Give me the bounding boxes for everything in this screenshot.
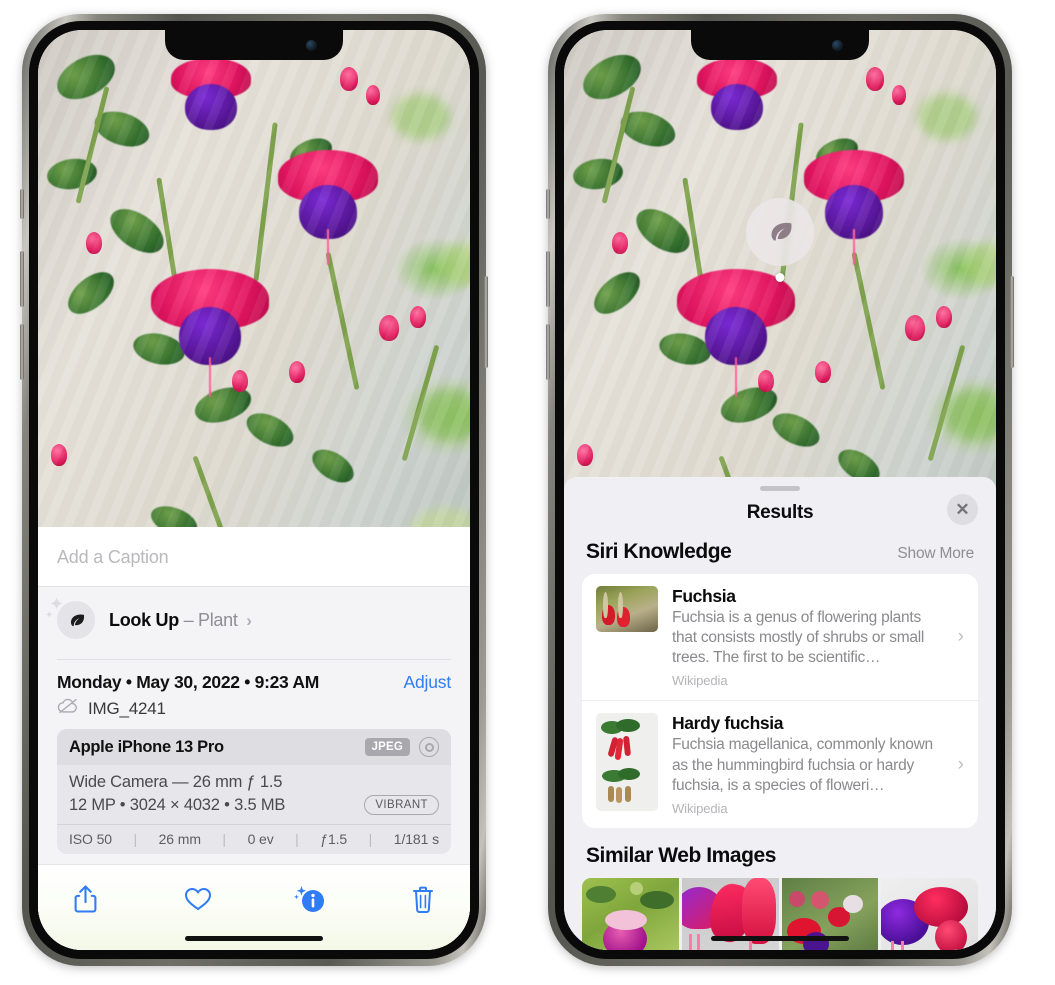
look-up-dash: – [183,609,194,630]
front-camera-icon [832,40,843,51]
camera-card-badges: JPEG [364,737,439,757]
screen-right: Results ✕ Siri Knowledge Show More Fuchs… [564,30,996,950]
screenshot-stage: Add a Caption ✦ ✦ Look Up – Plant › Mond… [0,0,1055,985]
siri-knowledge-header: Siri Knowledge Show More [564,540,996,564]
results-title: Results [746,502,814,523]
exif-ev: 0 ev [247,831,274,847]
exif-focal: 26 mm [158,831,201,847]
show-more-button[interactable]: Show More [897,545,974,563]
knowledge-result-row[interactable]: Hardy fuchsia Fuchsia magellanica, commo… [582,700,978,827]
power-button[interactable] [1010,276,1014,368]
hdr-ring-icon [419,737,439,757]
look-up-title: Look Up [109,609,179,630]
exif-separator: | [368,831,373,847]
chevron-right-icon: › [957,626,964,648]
look-up-icon-wrap: ✦ ✦ [45,595,95,639]
exif-separator: | [133,831,138,847]
camera-size-line: 12 MP • 3024 × 4032 • 3.5 MB [69,795,286,814]
knowledge-result-row[interactable]: Fuchsia Fuchsia is a genus of flowering … [582,574,978,700]
vibrant-badge: VIBRANT [364,795,439,815]
exif-separator: | [222,831,227,847]
front-camera-icon [306,40,317,51]
adjust-button[interactable]: Adjust [404,672,452,693]
info-sparkle-icon[interactable] [287,879,333,919]
power-button[interactable] [484,276,488,368]
volume-down-button[interactable] [20,324,24,380]
format-badge: JPEG [364,738,410,756]
similar-web-images-header: Similar Web Images [564,828,996,868]
result-source: Wikipedia [672,800,728,816]
phone-bezel-right: Results ✕ Siri Knowledge Show More Fuchs… [555,21,1005,959]
home-indicator[interactable] [185,936,323,941]
siri-knowledge-title: Siri Knowledge [586,540,732,563]
iphone-right: Results ✕ Siri Knowledge Show More Fuchs… [546,14,1014,966]
divider [57,659,451,660]
result-title: Hardy fuchsia [672,713,784,734]
silent-switch[interactable] [20,189,24,219]
camera-card-header: Apple iPhone 13 Pro JPEG [57,729,451,765]
result-thumbnail [596,586,658,632]
results-sheet: Results ✕ Siri Knowledge Show More Fuchs… [564,477,996,950]
chevron-right-icon: › [246,610,252,630]
look-up-subject: Plant [198,609,238,630]
camera-info-card[interactable]: Apple iPhone 13 Pro JPEG Wide Camera — 2… [57,729,451,854]
camera-size-row: 12 MP • 3024 × 4032 • 3.5 MB VIBRANT [69,795,439,815]
volume-up-button[interactable] [20,251,24,307]
result-description: Fuchsia magellanica, commonly known as t… [672,736,933,794]
camera-lens-line: Wide Camera — 26 mm ƒ 1.5 [69,773,283,791]
photo-date: Monday • May 30, 2022 • 9:23 AM [57,672,319,692]
trash-icon[interactable] [400,879,446,919]
home-indicator[interactable] [711,936,849,941]
close-icon[interactable]: ✕ [947,494,978,525]
result-thumbnail [596,713,658,812]
camera-card-body: Wide Camera — 26 mm ƒ 1.5 12 MP • 3024 ×… [57,765,451,824]
screen-left: Add a Caption ✦ ✦ Look Up – Plant › Mond… [38,30,470,950]
phone-bezel-left: Add a Caption ✦ ✦ Look Up – Plant › Mond… [29,21,479,959]
camera-exif-row: ISO 50 | 26 mm | 0 ev | ƒ1.5 | 1/181 s [57,824,451,854]
volume-up-button[interactable] [546,251,550,307]
share-icon[interactable] [62,879,108,919]
camera-device-name: Apple iPhone 13 Pro [69,737,224,756]
look-up-label: Look Up – Plant › [109,610,252,631]
similar-web-images-title: Similar Web Images [586,843,776,867]
notch [691,30,869,60]
exif-separator: | [295,831,299,847]
result-source: Wikipedia [672,673,728,689]
web-image-tile[interactable] [881,877,978,950]
visual-lookup-anchor-dot [775,273,785,282]
web-image-tile[interactable] [582,877,679,950]
result-body: Hardy fuchsia Fuchsia magellanica, commo… [672,713,942,815]
look-up-row[interactable]: ✦ ✦ Look Up – Plant › [38,587,470,653]
iphone-left: Add a Caption ✦ ✦ Look Up – Plant › Mond… [20,14,488,966]
exif-shutter: 1/181 s [393,831,439,847]
volume-down-button[interactable] [546,324,550,380]
exif-aperture: ƒ1.5 [320,831,348,847]
results-header: Results ✕ [564,491,996,540]
result-description: Fuchsia is a genus of flowering plants t… [672,609,925,667]
caption-input[interactable]: Add a Caption [38,527,470,586]
cloud-slash-icon [57,698,79,719]
leaf-icon [57,601,95,639]
result-title: Fuchsia [672,586,736,606]
photo-file-row: IMG_4241 [57,698,451,719]
notch [165,30,343,60]
silent-switch[interactable] [546,189,550,219]
heart-icon[interactable] [175,879,221,919]
siri-knowledge-card: Fuchsia Fuchsia is a genus of flowering … [582,574,978,828]
visual-lookup-leaf-icon[interactable] [746,198,814,266]
chevron-right-icon: › [957,753,964,775]
exif-iso: ISO 50 [69,831,112,847]
photo-filename: IMG_4241 [88,698,166,718]
photo-date-row: Monday • May 30, 2022 • 9:23 AM Adjust [57,672,451,693]
sparkle-small-icon: ✦ [45,610,54,621]
result-body: Fuchsia Fuchsia is a genus of flowering … [672,586,942,688]
